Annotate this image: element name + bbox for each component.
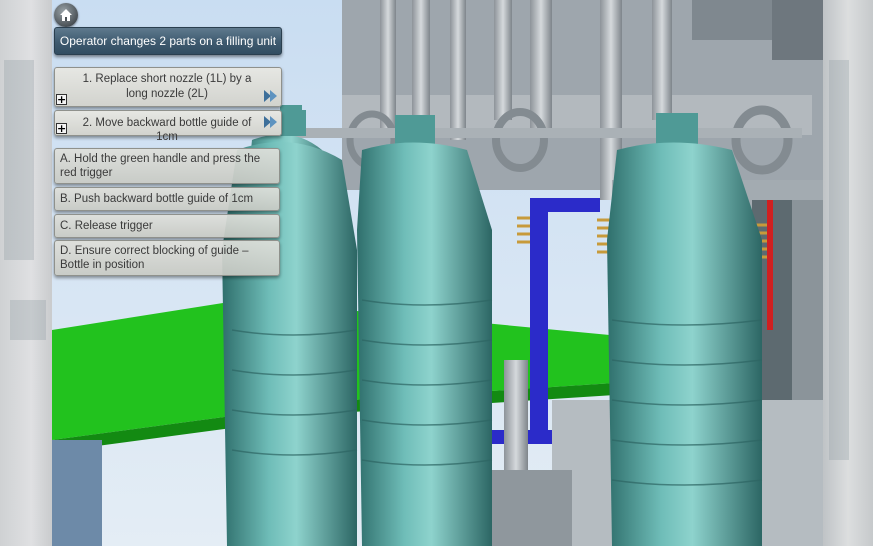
home-button[interactable] <box>54 3 78 27</box>
plus-icon[interactable]: + <box>56 123 67 134</box>
substep-c[interactable]: C. Release trigger <box>54 214 280 238</box>
left-gutter <box>0 0 52 546</box>
substep-d[interactable]: D. Ensure correct blocking of guide – Bo… <box>54 240 280 276</box>
step-1-label: 1. Replace short nozzle (1L) by a long n… <box>82 73 252 100</box>
home-icon <box>60 9 72 21</box>
right-gutter <box>823 0 873 546</box>
step-1-panel[interactable]: 1. Replace short nozzle (1L) by a long n… <box>54 67 282 107</box>
step-2-panel[interactable]: 2. Move backward bottle guide of 1cm + <box>54 110 282 143</box>
step-2-label: 2. Move backward bottle guide of 1cm <box>82 117 252 143</box>
procedure-title: Operator changes 2 parts on a filling un… <box>54 27 282 55</box>
double-arrow-right-icon[interactable] <box>263 88 279 104</box>
substep-b[interactable]: B. Push backward bottle guide of 1cm <box>54 187 280 211</box>
plus-icon[interactable]: + <box>56 94 67 105</box>
substep-a[interactable]: A. Hold the green handle and press the r… <box>54 148 280 184</box>
double-arrow-right-icon[interactable] <box>263 114 279 130</box>
